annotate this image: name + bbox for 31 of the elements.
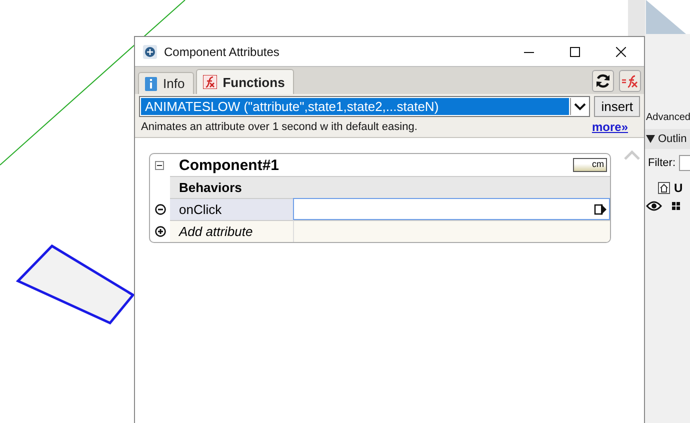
units-button[interactable]: cm xyxy=(573,158,607,172)
insert-button[interactable]: insert xyxy=(594,96,640,117)
remove-icon[interactable] xyxy=(154,204,166,215)
collapse-icon[interactable] xyxy=(155,160,164,170)
function-dropdown[interactable]: ANIMATESLOW ("attribute",state1,state2,...stateN) xyxy=(139,96,590,117)
tab[interactable]: Info xyxy=(138,72,194,94)
section-header: Behaviors xyxy=(170,176,610,198)
tree-item[interactable]: U xyxy=(674,181,683,195)
more-link[interactable]: more» xyxy=(592,120,628,134)
component-name: Component#1 xyxy=(179,156,280,174)
arrow-icon[interactable] xyxy=(594,202,607,216)
attribute-name[interactable]: onClick xyxy=(170,198,293,220)
house-icon xyxy=(658,182,670,194)
eye-icon[interactable] xyxy=(646,201,662,211)
close-icon xyxy=(616,46,626,56)
outliner-header[interactable]: Outlin xyxy=(645,129,690,149)
grid-icon xyxy=(672,202,680,210)
formula-button[interactable] xyxy=(619,70,641,92)
add-attribute-item[interactable]: Add attribute xyxy=(170,220,293,242)
function-description: Animates an attribute over 1 second w ith default easing. xyxy=(141,121,418,133)
add-icon[interactable] xyxy=(154,226,166,237)
app-icon xyxy=(143,44,157,58)
window-title: Component Attributes xyxy=(164,44,280,58)
attribute-value-field[interactable] xyxy=(293,198,610,220)
function-icon xyxy=(202,75,217,89)
refresh-button[interactable] xyxy=(592,70,614,92)
maximize-icon xyxy=(570,46,580,56)
tab[interactable]: Functions xyxy=(196,69,294,94)
info-icon xyxy=(145,76,157,90)
advanced-label: Advanced xyxy=(645,112,690,123)
filter-label: Filter: xyxy=(648,157,676,169)
